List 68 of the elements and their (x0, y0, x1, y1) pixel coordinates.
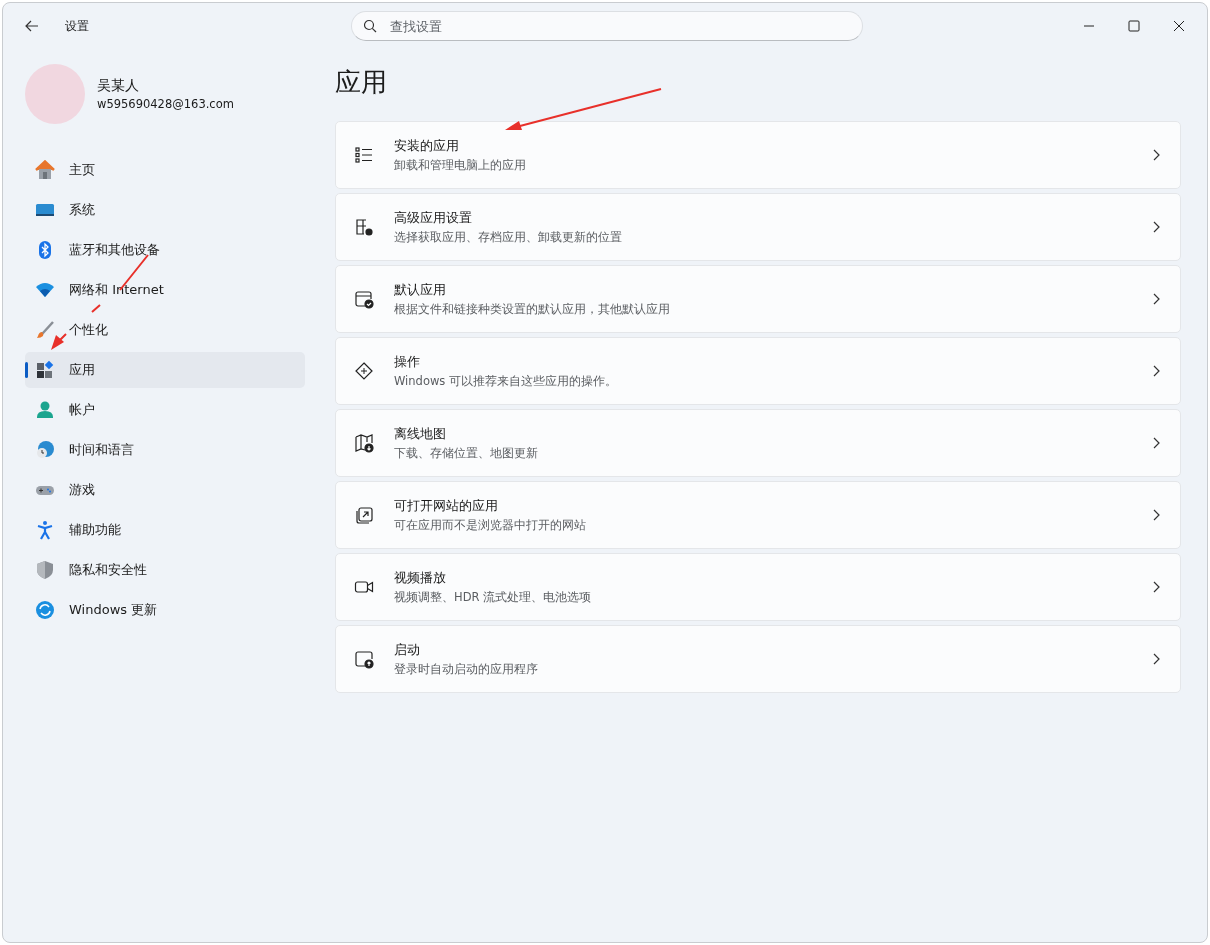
window-check-icon (354, 289, 374, 309)
chevron-right-icon (1152, 581, 1160, 593)
window-upload-icon (354, 649, 374, 669)
nav-item[interactable]: 主页 (25, 152, 305, 188)
settings-card[interactable]: 离线地图 下载、存储位置、地图更新 (335, 409, 1181, 477)
settings-card[interactable]: 默认应用 根据文件和链接种类设置的默认应用，其他默认应用 (335, 265, 1181, 333)
window-link-icon (354, 505, 374, 525)
card-subtitle: 卸载和管理电脑上的应用 (394, 158, 527, 173)
maximize-icon[interactable] (1128, 20, 1140, 32)
search-field[interactable]: 查找设置 (351, 11, 863, 41)
refresh-icon (35, 600, 55, 620)
card-title: 高级应用设置 (394, 209, 473, 227)
chevron-right-icon (1152, 653, 1160, 665)
map-download-icon (354, 433, 374, 453)
nav-item[interactable]: 系统 (25, 192, 305, 228)
chevron-right-icon (1152, 149, 1160, 161)
accessibility-icon (35, 520, 55, 540)
card-subtitle: 登录时自动启动的应用程序 (394, 662, 539, 677)
card-title: 启动 (394, 641, 421, 659)
settings-card[interactable]: 安装的应用 卸载和管理电脑上的应用 (335, 121, 1181, 189)
close-icon[interactable] (1173, 20, 1185, 32)
apps-icon (35, 360, 55, 380)
avatar-picture (25, 64, 85, 124)
person-icon (35, 400, 55, 420)
shield-icon (35, 560, 55, 580)
card-title: 视频播放 (394, 569, 447, 587)
user-email: w595690428@163.com (97, 97, 234, 111)
card-subtitle: 下载、存储位置、地图更新 (394, 446, 539, 461)
card-title: 安装的应用 (394, 137, 460, 155)
card-subtitle: 根据文件和链接种类设置的默认应用，其他默认应用 (394, 302, 671, 317)
card-subtitle: Windows 可以推荐来自这些应用的操作。 (394, 374, 618, 389)
globe-clock-icon (35, 440, 55, 460)
user-name: 吴某人 (97, 77, 140, 95)
nav-item[interactable]: 隐私和安全性 (25, 552, 305, 588)
nav-item[interactable]: 蓝牙和其他设备 (25, 232, 305, 268)
house-icon (35, 160, 55, 180)
card-subtitle: 选择获取应用、存档应用、卸载更新的位置 (394, 230, 623, 245)
settings-card[interactable]: 操作 Windows 可以推荐来自这些应用的操作。 (335, 337, 1181, 405)
back-icon[interactable] (25, 20, 39, 32)
nav-item[interactable]: 应用 (25, 352, 305, 388)
settings-card[interactable]: 高级应用设置 选择获取应用、存档应用、卸载更新的位置 (335, 193, 1181, 261)
card-title: 默认应用 (394, 281, 447, 299)
settings-card[interactable]: 视频播放 视频调整、HDR 流式处理、电池选项 (335, 553, 1181, 621)
nav-item[interactable]: 辅助功能 (25, 512, 305, 548)
nav-item[interactable]: Windows 更新 (25, 592, 305, 628)
settings-card[interactable]: 可打开网站的应用 可在应用而不是浏览器中打开的网站 (335, 481, 1181, 549)
nav-item[interactable]: 网络和 Internet (25, 272, 305, 308)
chevron-right-icon (1152, 221, 1160, 233)
list-icon (354, 145, 374, 165)
chevron-right-icon (1152, 293, 1160, 305)
card-title: 可打开网站的应用 (394, 497, 499, 515)
settings-card[interactable]: 启动 登录时自动启动的应用程序 (335, 625, 1181, 693)
window-title: 设置 (65, 17, 89, 35)
nav-item[interactable]: 游戏 (25, 472, 305, 508)
chevron-right-icon (1152, 437, 1160, 449)
nav-item[interactable]: 时间和语言 (25, 432, 305, 468)
brush-icon (35, 320, 55, 340)
card-title: 离线地图 (394, 425, 447, 443)
page-title: 应用 (335, 66, 388, 99)
card-title: 操作 (394, 353, 421, 371)
diamond-sparkle-icon (354, 361, 374, 381)
card-subtitle: 视频调整、HDR 流式处理、电池选项 (394, 590, 593, 605)
nav-item[interactable]: 个性化 (25, 312, 305, 348)
window-gear-icon (354, 217, 374, 237)
nav-item[interactable]: 帐户 (25, 392, 305, 428)
chevron-right-icon (1152, 509, 1160, 521)
chevron-right-icon (1152, 365, 1160, 377)
card-subtitle: 可在应用而不是浏览器中打开的网站 (394, 518, 587, 533)
